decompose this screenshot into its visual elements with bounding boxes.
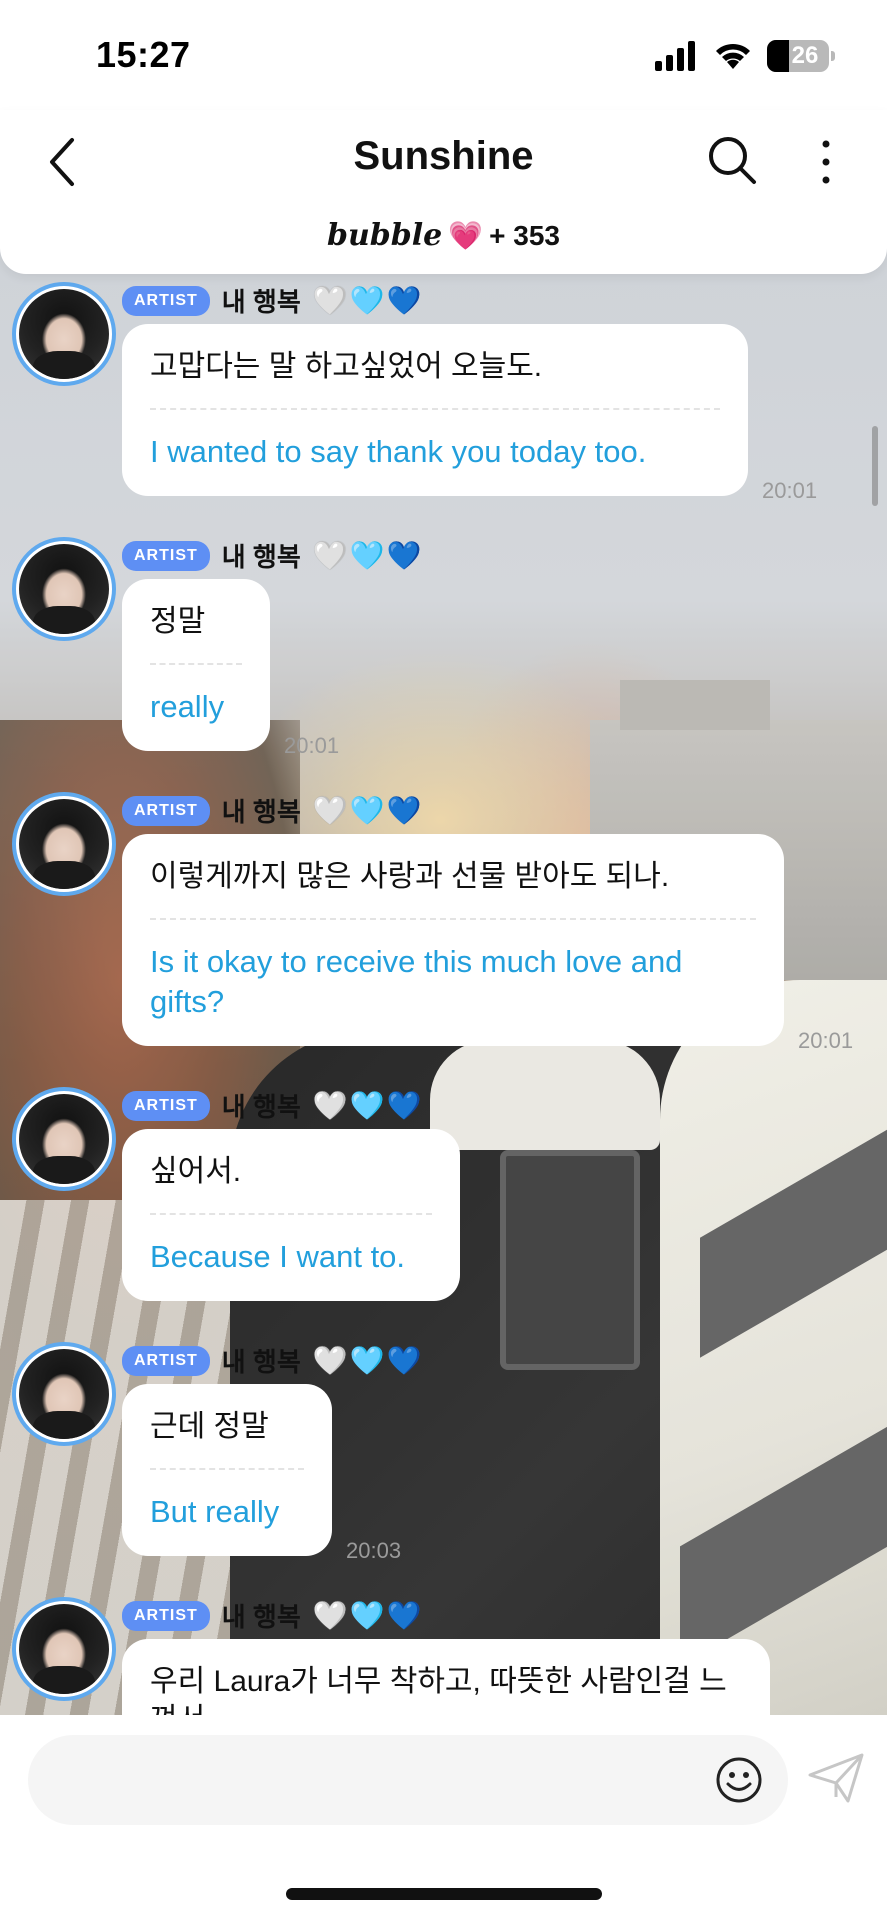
message-korean: 이렇게까지 많은 사랑과 선물 받아도 되나. [150,860,670,893]
message-input[interactable] [28,1735,788,1825]
sender-line: ARTIST 내 행복 🤍🩵💙 [122,1342,423,1379]
sender-line: ARTIST 내 행복 🤍🩵💙 [122,282,423,319]
sender-nickname: 내 행복 [221,542,301,572]
message-translation: really [150,689,225,724]
message-korean: 정말 [150,605,206,638]
message-bubble[interactable]: 우리 Laura가 너무 착하고, 따뜻한 사람인걸 느껴서 [122,1639,770,1715]
artist-badge: ARTIST [122,1345,210,1376]
message-time: 20:01 [798,1028,854,1053]
message-bubble[interactable]: 싶어서. Because I want to. [122,1129,460,1301]
member-count: + 353 [489,219,560,251]
sender-nickname: 내 행복 [221,1092,301,1122]
artist-badge: ARTIST [122,795,210,826]
subscriber-count[interactable]: bubble 💗 + 353 [0,218,887,253]
heart-icons: 🤍🩵💙 [312,1090,424,1121]
sender-line: ARTIST 내 행복 🤍🩵💙 [122,537,423,574]
bubble-brand: bubble [327,218,443,253]
message-bubble[interactable]: 고맙다는 말 하고싶었어 오늘도. I wanted to say thank … [122,324,748,496]
avatar[interactable] [12,1597,116,1701]
heart-icons: 🤍🩵💙 [312,795,424,826]
wifi-icon [716,43,750,69]
avatar[interactable] [12,282,116,386]
heart-icons: 🤍🩵💙 [312,1600,424,1631]
artist-badge: ARTIST [122,540,210,571]
message-bubble[interactable]: 근데 정말 But really [122,1384,332,1556]
message-time: 20:03 [346,1538,402,1563]
heart-icons: 🤍🩵💙 [312,1345,424,1376]
message-korean: 근데 정말 [150,1410,269,1443]
sender-line: ARTIST 내 행복 🤍🩵💙 [122,1597,423,1634]
status-bar: 15:27 26 [0,0,887,110]
message-korean: 고맙다는 말 하고싶었어 오늘도. [150,350,543,383]
message-time: 20:01 [762,478,818,503]
artist-badge: ARTIST [122,1090,210,1121]
chat-message-list[interactable]: ARTIST 내 행복 🤍🩵💙 고맙다는 말 하고싶었어 오늘도. I want… [0,274,887,1715]
sender-nickname: 내 행복 [221,1602,301,1632]
sender-nickname: 내 행복 [221,287,301,317]
avatar[interactable] [12,792,116,896]
battery-level: 26 [791,42,819,69]
more-options-icon[interactable] [808,134,844,190]
message-translation: Is it okay to receive this much love and… [150,944,683,1019]
pink-heart-icon: 💗 [448,220,484,251]
artist-badge: ARTIST [122,1600,210,1631]
home-indicator[interactable] [286,1888,602,1900]
message-korean: 우리 Laura가 너무 착하고, 따뜻한 사람인걸 느껴서 [150,1665,727,1715]
chat-header: Sunshine bubble 💗 + 353 [0,110,887,274]
battery-icon: 26 [767,40,835,72]
heart-icons: 🤍🩵💙 [312,285,424,316]
sender-nickname: 내 행복 [221,1347,301,1377]
status-icons: 26 [655,40,835,72]
signal-icon [655,41,695,71]
message-bubble[interactable]: 정말 really [122,579,270,751]
message-time: 20:01 [284,733,340,758]
sender-line: ARTIST 내 행복 🤍🩵💙 [122,1087,423,1124]
avatar[interactable] [12,1342,116,1446]
avatar[interactable] [12,1087,116,1191]
message-translation: I wanted to say thank you today too. [150,434,647,469]
message-translation: Because I want to. [150,1239,406,1274]
sender-nickname: 내 행복 [221,797,301,827]
artist-badge: ARTIST [122,285,210,316]
avatar[interactable] [12,537,116,641]
search-icon[interactable] [704,132,760,188]
message-translation: But really [150,1494,280,1529]
send-icon[interactable] [806,1751,866,1807]
sender-line: ARTIST 내 행복 🤍🩵💙 [122,792,423,829]
status-time: 15:27 [96,34,191,75]
heart-icons: 🤍🩵💙 [312,540,424,571]
scrollbar[interactable] [872,426,878,506]
message-bubble[interactable]: 이렇게까지 많은 사랑과 선물 받아도 되나. Is it okay to re… [122,834,784,1046]
message-korean: 싶어서. [150,1155,242,1188]
emoji-icon[interactable] [714,1755,764,1805]
